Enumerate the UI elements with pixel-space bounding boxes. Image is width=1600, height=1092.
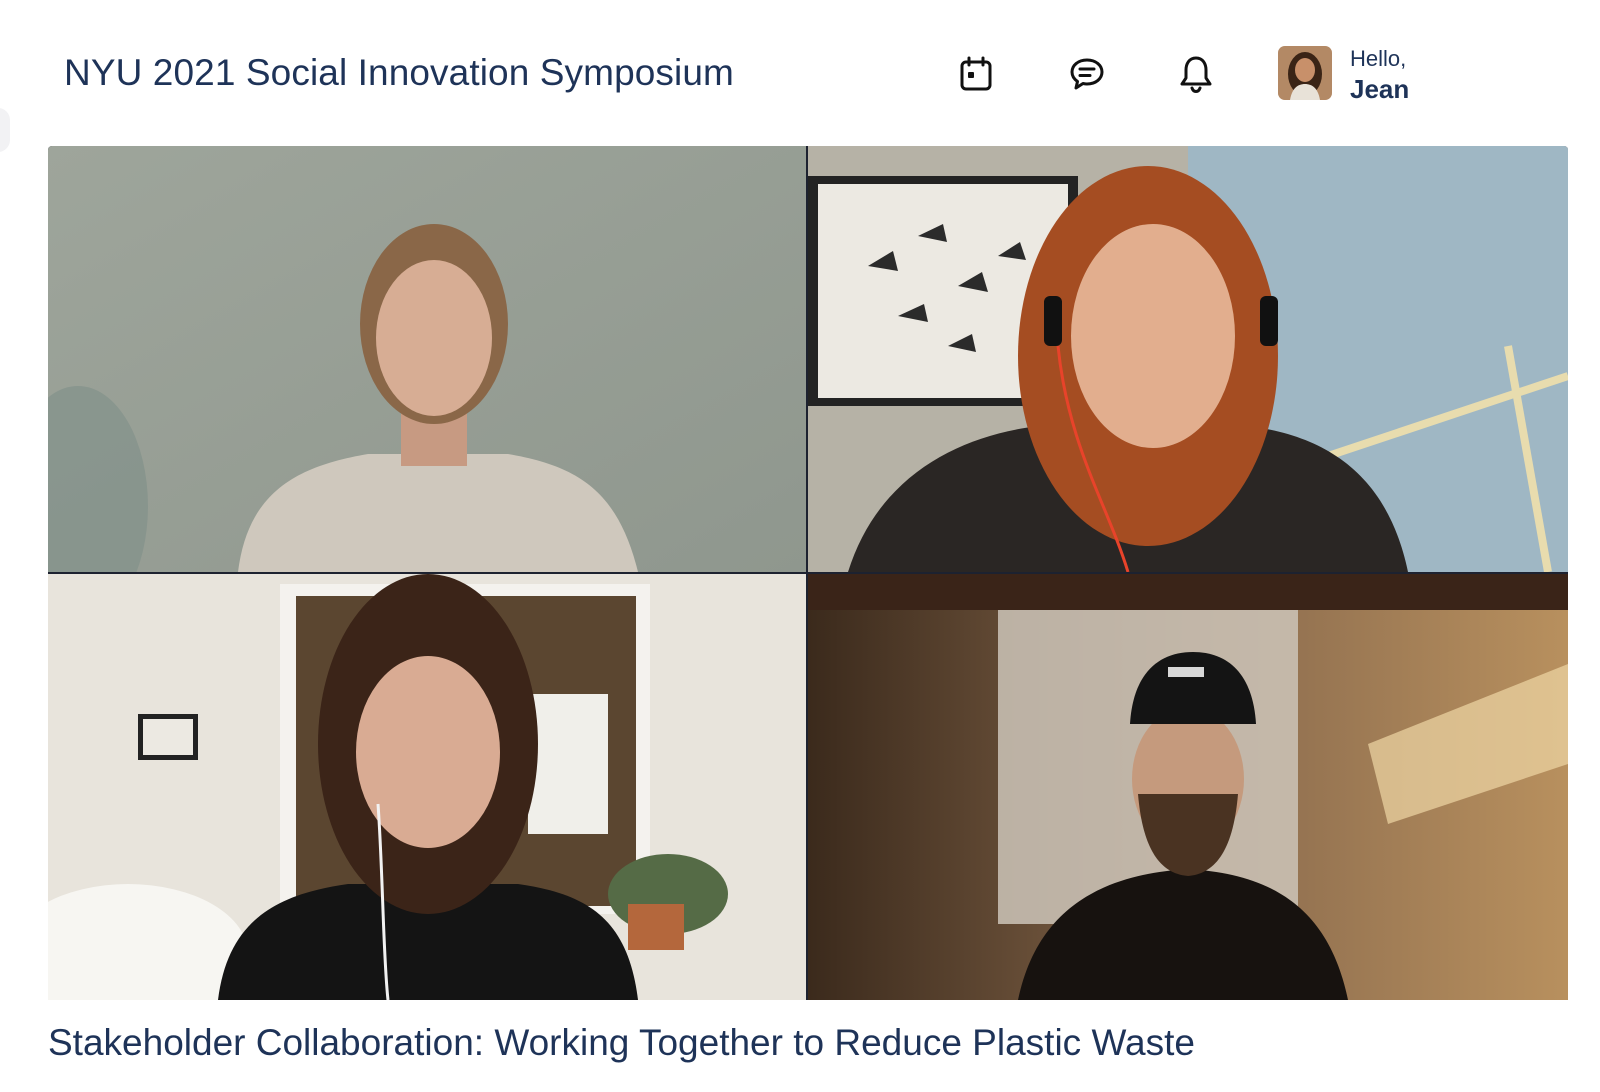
- chat-bubble-icon: [1070, 58, 1104, 90]
- session-title: Stakeholder Collaboration: Working Toget…: [48, 1022, 1195, 1063]
- video-tile-bottom-right[interactable]: [808, 574, 1568, 1000]
- chat-button[interactable]: [1063, 50, 1111, 98]
- bell-icon: [1180, 56, 1212, 93]
- video-tile-top-right[interactable]: [808, 146, 1568, 572]
- user-avatar[interactable]: [1278, 46, 1332, 100]
- notifications-button[interactable]: [1172, 50, 1220, 98]
- user-name: Jean: [1350, 74, 1410, 104]
- calendar-icon: [960, 56, 992, 91]
- greeting-text: Hello,: [1350, 46, 1407, 71]
- video-grid: [48, 146, 1568, 1000]
- app-title: NYU 2021 Social Innovation Symposium: [64, 52, 734, 93]
- app-header: NYU 2021 Social Innovation Symposium Hel…: [0, 0, 1600, 140]
- calendar-button[interactable]: [952, 50, 1000, 98]
- video-tile-top-left[interactable]: [48, 146, 806, 572]
- video-tile-bottom-left[interactable]: [48, 574, 806, 1000]
